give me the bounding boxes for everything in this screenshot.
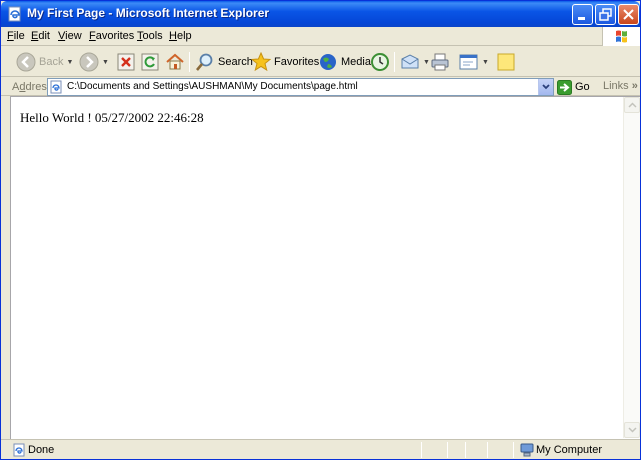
- restore-icon: [599, 8, 612, 21]
- menu-file[interactable]: File: [7, 30, 25, 42]
- windows-flag-icon: [616, 30, 627, 43]
- minimize-button[interactable]: [572, 4, 593, 25]
- forward-arrow-icon: [79, 52, 99, 72]
- forward-button[interactable]: ▼: [79, 50, 109, 74]
- discuss-button[interactable]: [496, 50, 516, 74]
- edit-page-icon: [459, 54, 478, 70]
- status-separator: [487, 442, 488, 458]
- toolbar-separator: [189, 52, 190, 72]
- status-separator: [465, 442, 466, 458]
- chevron-down-icon: [628, 427, 637, 433]
- status-text: Done: [28, 444, 55, 456]
- status-bar: Done My Computer: [1, 439, 640, 460]
- back-arrow-icon: [16, 52, 36, 72]
- favorites-button[interactable]: Favorites: [251, 50, 319, 74]
- media-button[interactable]: Media: [318, 50, 371, 74]
- my-computer-icon: [520, 443, 534, 457]
- search-button[interactable]: Search: [195, 50, 253, 74]
- refresh-button[interactable]: [141, 50, 159, 74]
- minimize-icon: [578, 17, 585, 20]
- mail-button[interactable]: ▼: [400, 50, 430, 74]
- status-separator: [513, 442, 514, 458]
- home-button[interactable]: [165, 50, 185, 74]
- back-dropdown-icon[interactable]: ▼: [66, 59, 73, 66]
- back-button[interactable]: Back ▼: [16, 50, 73, 74]
- security-zone-text: My Computer: [536, 444, 603, 456]
- ie-page-icon: [8, 6, 21, 22]
- forward-dropdown-icon[interactable]: ▼: [102, 59, 109, 66]
- stop-button[interactable]: [117, 50, 135, 74]
- windows-logo: [602, 27, 640, 46]
- page-content: Hello World ! 05/27/2002 22:46:28: [10, 96, 640, 439]
- sticky-note-icon: [497, 53, 515, 71]
- vertical-scrollbar[interactable]: [623, 97, 640, 438]
- maximize-button[interactable]: [595, 4, 616, 25]
- menu-favorites[interactable]: Favorites: [89, 30, 134, 42]
- address-dropdown-button[interactable]: [538, 79, 553, 95]
- close-button[interactable]: [618, 4, 639, 25]
- status-separator: [421, 442, 422, 458]
- window-title: My First Page - Microsoft Internet Explo…: [27, 6, 270, 20]
- page-done-icon: [13, 443, 25, 457]
- title-bar[interactable]: My First Page - Microsoft Internet Explo…: [1, 1, 640, 27]
- scroll-up-button[interactable]: [624, 97, 640, 113]
- address-url: C:\Documents and Settings\AUSHMAN\My Doc…: [67, 81, 358, 92]
- toolbar-separator: [394, 52, 395, 72]
- edit-button[interactable]: ▼: [459, 50, 489, 74]
- standard-toolbar: Back ▼ ▼ Search Favorites Media ▼ ▼: [1, 47, 640, 77]
- go-arrow-icon: [557, 79, 572, 95]
- history-clock-icon: [371, 53, 389, 71]
- menu-edit[interactable]: Edit: [31, 30, 50, 42]
- menu-bar: File Edit View Favorites Tools Help: [1, 27, 640, 46]
- search-icon: [196, 53, 213, 71]
- address-input[interactable]: C:\Documents and Settings\AUSHMAN\My Doc…: [47, 78, 554, 96]
- page-icon: [50, 80, 62, 94]
- status-separator: [447, 442, 448, 458]
- edit-dropdown-icon[interactable]: ▼: [482, 59, 489, 66]
- menu-tools[interactable]: Tools: [137, 30, 163, 42]
- stop-icon: [117, 53, 135, 71]
- favorites-star-icon: [251, 52, 271, 72]
- refresh-icon: [141, 53, 159, 71]
- print-button[interactable]: [430, 50, 450, 74]
- media-globe-icon: [320, 54, 336, 70]
- mail-dropdown-icon[interactable]: ▼: [423, 59, 430, 66]
- chevron-down-icon: [542, 84, 550, 90]
- printer-icon: [431, 53, 449, 71]
- address-bar: Address C:\Documents and Settings\AUSHMA…: [1, 78, 640, 96]
- menu-help[interactable]: Help: [169, 30, 192, 42]
- menu-view[interactable]: View: [58, 30, 82, 42]
- history-button[interactable]: [370, 50, 390, 74]
- chevron-up-icon: [628, 102, 637, 108]
- ie-window: My First Page - Microsoft Internet Explo…: [0, 0, 641, 460]
- scroll-down-button[interactable]: [624, 422, 640, 438]
- page-body-text: Hello World ! 05/27/2002 22:46:28: [20, 110, 204, 125]
- go-button[interactable]: Go: [557, 79, 590, 95]
- mail-icon: [401, 54, 419, 69]
- close-icon: [623, 9, 634, 20]
- home-icon: [166, 53, 184, 70]
- links-toolbar[interactable]: Links »: [603, 80, 638, 92]
